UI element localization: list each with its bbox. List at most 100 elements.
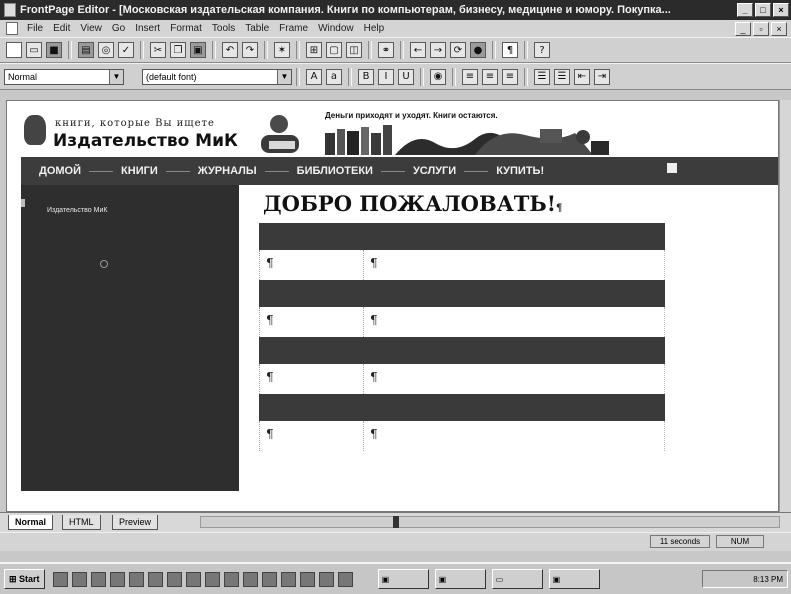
taskbar-app-button[interactable]: ▣ — [548, 569, 600, 589]
doc-minimize-button[interactable]: _ — [735, 21, 751, 36]
start-button[interactable]: ⊞ Start — [4, 569, 45, 589]
maximize-button[interactable]: □ — [755, 3, 771, 17]
back-icon[interactable]: ← — [410, 42, 426, 58]
quick-launch-icon[interactable] — [280, 571, 296, 587]
print-preview-icon[interactable]: ◎ — [98, 42, 114, 58]
table-header-row[interactable] — [259, 337, 665, 364]
insert-component-icon[interactable]: ◫ — [346, 42, 362, 58]
menu-frame[interactable]: Frame — [274, 23, 313, 34]
minimize-button[interactable]: _ — [737, 3, 753, 17]
menu-window[interactable]: Window — [313, 23, 359, 34]
insert-table-icon[interactable]: ⊞ — [306, 42, 322, 58]
quick-launch-icon[interactable] — [166, 571, 182, 587]
tray-clock[interactable]: 8:13 PM — [753, 575, 783, 584]
save-icon[interactable]: ■ — [46, 42, 62, 58]
taskbar-app-button[interactable]: ▣ — [377, 569, 429, 589]
help-icon[interactable]: ? — [534, 42, 550, 58]
print-icon[interactable]: ▤ — [78, 42, 94, 58]
underline-icon[interactable]: U — [398, 68, 414, 85]
quick-launch-icon[interactable] — [204, 571, 220, 587]
style-select[interactable]: Normal ▼ — [4, 68, 124, 85]
table-row[interactable]: ¶ ¶ — [259, 421, 665, 451]
horizontal-scrollbar[interactable] — [200, 516, 780, 528]
italic-icon[interactable]: I — [378, 68, 394, 85]
document-icon[interactable] — [6, 22, 18, 35]
table-header-row[interactable] — [259, 394, 665, 421]
refresh-icon[interactable]: ⟳ — [450, 42, 466, 58]
taskbar-app-button[interactable]: ▣ — [434, 569, 486, 589]
vertical-scrollbar[interactable] — [779, 100, 791, 512]
decrease-font-icon[interactable]: a — [326, 68, 342, 85]
table-cell[interactable]: ¶ — [260, 250, 364, 280]
table-cell[interactable]: ¶ — [364, 250, 664, 280]
menu-insert[interactable]: Insert — [130, 23, 165, 34]
nav-services[interactable]: УСЛУГИ — [413, 165, 456, 177]
nav-books[interactable]: КНИГИ — [121, 165, 158, 177]
close-button[interactable]: × — [773, 3, 789, 17]
copy-icon[interactable]: ❐ — [170, 42, 186, 58]
table-cell[interactable]: ¶ — [364, 364, 664, 394]
nav-buy[interactable]: КУПИТЬ! — [496, 165, 544, 177]
content-table[interactable]: ¶ ¶ ¶ ¶ ¶ ¶ ¶ ¶ — [259, 223, 665, 451]
menu-table[interactable]: Table — [240, 23, 274, 34]
menu-tools[interactable]: Tools — [207, 23, 240, 34]
table-row[interactable]: ¶ ¶ — [259, 364, 665, 394]
welcome-heading[interactable]: ДОБРО ПОЖАЛОВАТЬ!¶ — [263, 191, 562, 216]
sidebar-link-publisher[interactable]: Издательство МиК — [47, 207, 107, 214]
align-center-icon[interactable]: ≡ — [482, 68, 498, 85]
hyperlink-icon[interactable]: ⚭ — [378, 42, 394, 58]
bulleted-list-icon[interactable]: ☰ — [554, 68, 570, 85]
quick-launch-icon[interactable] — [128, 571, 144, 587]
numbered-list-icon[interactable]: ☰ — [534, 68, 550, 85]
nav-magazines[interactable]: ЖУРНАЛЫ — [198, 165, 257, 177]
cut-icon[interactable]: ✂ — [150, 42, 166, 58]
decrease-indent-icon[interactable]: ⇤ — [574, 68, 590, 85]
menu-view[interactable]: View — [75, 23, 107, 34]
bold-icon[interactable]: B — [358, 68, 374, 85]
table-cell[interactable]: ¶ — [364, 307, 664, 337]
insert-image-icon[interactable]: ▢ — [326, 42, 342, 58]
increase-indent-icon[interactable]: ⇥ — [594, 68, 610, 85]
menu-edit[interactable]: Edit — [48, 23, 75, 34]
chevron-down-icon[interactable]: ▼ — [109, 69, 123, 84]
increase-font-icon[interactable]: A — [306, 68, 322, 85]
table-cell[interactable]: ¶ — [364, 421, 664, 451]
tab-html[interactable]: HTML — [62, 515, 101, 530]
nav-home[interactable]: ДОМОЙ — [39, 165, 81, 177]
forward-icon[interactable]: → — [430, 42, 446, 58]
quick-launch-icon[interactable] — [223, 571, 239, 587]
stop-icon[interactable]: ● — [470, 42, 486, 58]
tab-preview[interactable]: Preview — [112, 515, 159, 530]
quick-launch-icon[interactable] — [71, 571, 87, 587]
open-icon[interactable]: ▭ — [26, 42, 42, 58]
hover-button-icon[interactable] — [100, 260, 108, 268]
doc-close-button[interactable]: × — [771, 21, 787, 36]
table-cell[interactable]: ¶ — [260, 307, 364, 337]
menu-go[interactable]: Go — [107, 23, 130, 34]
spelling-icon[interactable]: ✓ — [118, 42, 134, 58]
quick-launch-icon[interactable] — [242, 571, 258, 587]
quick-launch-icon[interactable] — [318, 571, 334, 587]
font-select[interactable]: (default font) ▼ — [142, 68, 292, 85]
scroll-thumb[interactable] — [393, 516, 399, 528]
table-row[interactable]: ¶ ¶ — [259, 250, 665, 280]
paste-icon[interactable]: ▣ — [190, 42, 206, 58]
table-cell[interactable]: ¶ — [260, 364, 364, 394]
quick-launch-icon[interactable] — [337, 571, 353, 587]
quick-launch-icon[interactable] — [109, 571, 125, 587]
align-left-icon[interactable]: ≡ — [462, 68, 478, 85]
text-color-icon[interactable]: ◉ — [430, 68, 446, 85]
doc-restore-button[interactable]: ▫ — [753, 21, 769, 36]
chevron-down-icon[interactable]: ▼ — [277, 69, 291, 84]
quick-launch-icon[interactable] — [299, 571, 315, 587]
tab-normal[interactable]: Normal — [8, 515, 54, 530]
table-header-row[interactable] — [259, 280, 665, 307]
quick-launch-icon[interactable] — [52, 571, 68, 587]
show-paragraph-marks-icon[interactable]: ¶ — [502, 42, 518, 58]
align-right-icon[interactable]: ≡ — [502, 68, 518, 85]
menu-help[interactable]: Help — [359, 23, 390, 34]
web-link-icon[interactable]: ✶ — [274, 42, 290, 58]
taskbar-app-button[interactable]: ▭ — [491, 569, 543, 589]
quick-launch-icon[interactable] — [261, 571, 277, 587]
quick-launch-icon[interactable] — [147, 571, 163, 587]
